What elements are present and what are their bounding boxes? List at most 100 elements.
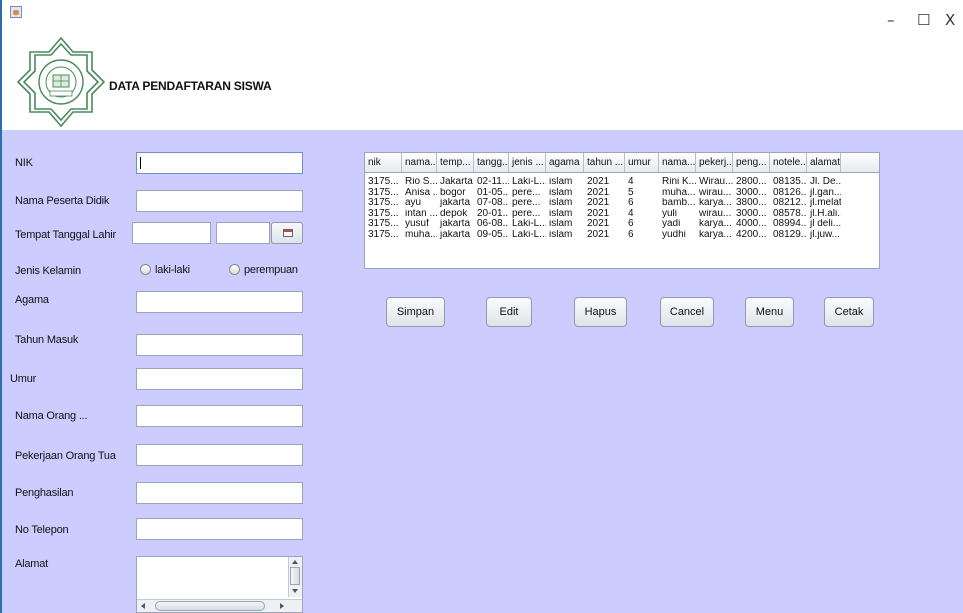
table-cell: jl.melati: [810, 198, 841, 208]
table-cell: karya...: [699, 229, 732, 240]
table-cell: Laki-L...: [512, 219, 546, 229]
table-cell: jl deli...: [810, 219, 841, 229]
table-row[interactable]: 3175... yusuf jakarta 06-08... Laki-L... isla…: [365, 219, 879, 229]
table-cell: islam: [549, 187, 573, 198]
table-column-header[interactable]: umur: [625, 153, 659, 172]
text-caret: [140, 157, 141, 169]
table-column-header[interactable]: peng...: [733, 153, 770, 172]
pekerjaan-orang-tua-input[interactable]: [136, 444, 303, 466]
table-row[interactable]: 3175... ayu jakarta 07-08... pere... islam 202…: [365, 198, 879, 208]
table-cell: yudhi: [662, 229, 686, 240]
simpan-button[interactable]: Simpan: [386, 297, 445, 327]
minimize-button[interactable]: –: [887, 12, 895, 28]
table-cell: 08994...: [773, 219, 807, 229]
scroll-thumb-horizontal[interactable]: [155, 601, 265, 611]
scroll-down-icon[interactable]: [292, 589, 298, 593]
edit-button[interactable]: Edit: [486, 297, 532, 327]
table-column-header[interactable]: notele...: [770, 153, 807, 172]
tempat-lahir-input[interactable]: [132, 222, 211, 244]
scroll-right-icon[interactable]: [280, 603, 284, 609]
table-column-header[interactable]: jenis ...: [509, 153, 546, 172]
radio-perempuan[interactable]: [229, 264, 240, 275]
table-cell: pere...: [512, 208, 541, 219]
table-column-header[interactable]: nama...: [659, 153, 696, 172]
tanggal-lahir-input[interactable]: [216, 222, 270, 244]
table-column-header[interactable]: nik: [365, 153, 402, 172]
nama-peserta-input[interactable]: [136, 190, 303, 212]
table-cell: muha...: [405, 229, 437, 240]
table-cell: Anisa ...: [405, 187, 437, 198]
table-cell: ayu: [405, 198, 422, 208]
alamat-horizontal-scrollbar[interactable]: [137, 599, 302, 612]
table-cell: jakarta: [440, 198, 471, 208]
alamat-vertical-scrollbar[interactable]: [288, 557, 302, 597]
nama-orang-tua-input[interactable]: [136, 405, 303, 427]
nik-input[interactable]: [136, 152, 303, 174]
scroll-up-icon[interactable]: [292, 560, 298, 564]
close-button[interactable]: X: [945, 12, 955, 28]
table-row[interactable]: 3175... Anisa ...bogor 01-05...pere... isla…: [365, 188, 879, 198]
table-cell: 4000...: [736, 219, 767, 229]
hapus-button[interactable]: Hapus: [574, 297, 627, 327]
table-cell: yuli: [662, 208, 678, 219]
date-picker-button[interactable]: [271, 222, 303, 244]
table-cell: 2800...: [736, 177, 767, 187]
table-cell: 3800...: [736, 198, 767, 208]
table-column-header[interactable]: temp...: [437, 153, 474, 172]
cetak-button[interactable]: Cetak: [824, 297, 874, 327]
label-nama-peserta: Nama Peserta Didik: [15, 195, 110, 207]
table-cell: jl.H.ali...: [810, 208, 841, 219]
penghasilan-input[interactable]: [136, 482, 303, 504]
scroll-thumb[interactable]: [290, 567, 300, 585]
calendar-icon: [283, 229, 293, 237]
table-cell: 08135...: [773, 177, 807, 187]
radio-laki-laki[interactable]: [140, 264, 151, 275]
table-column-header[interactable]: pekerj...: [696, 153, 733, 172]
table-cell: Jl. De...: [810, 177, 841, 187]
table-cell: wirau...: [699, 187, 732, 198]
table-cell: islam: [549, 208, 573, 219]
table-cell: yadi: [662, 219, 681, 229]
umur-input[interactable]: [136, 368, 303, 390]
alamat-textarea[interactable]: [136, 556, 303, 613]
table-cell: 01-05...: [477, 187, 509, 198]
table-column-header[interactable]: nama...: [402, 153, 437, 172]
table-row[interactable]: 3175... intan ... depok 20-01... pere... isla…: [365, 209, 879, 219]
no-telepon-input[interactable]: [136, 518, 303, 540]
table-cell: 08126...: [773, 187, 807, 198]
label-penghasilan: Penghasilan: [15, 487, 74, 499]
table-cell: 3175...: [368, 198, 399, 208]
school-logo-icon: [16, 36, 106, 128]
table-cell: karya...: [699, 198, 732, 208]
label-no-telepon: No Telepon: [15, 524, 69, 536]
table-cell: Rini K...: [662, 177, 696, 187]
table-cell: 3000...: [736, 208, 767, 219]
scroll-left-icon[interactable]: [141, 603, 145, 609]
table-cell: 3175...: [368, 208, 399, 219]
label-alamat: Alamat: [15, 558, 49, 570]
table-column-header[interactable]: tahun ...: [584, 153, 625, 172]
label-umur: Umur: [10, 373, 37, 385]
table-row[interactable]: 3175... Rio S... Jakarta 02-11... Laki-L... i…: [365, 177, 879, 187]
table-cell: karya...: [699, 219, 732, 229]
label-pekerjaan-orang-tua: Pekerjaan Orang Tua: [15, 450, 116, 462]
siswa-table[interactable]: nik nama... temp... tangg... jenis ... agama t…: [364, 152, 880, 269]
table-cell: 6: [628, 198, 634, 208]
table-cell: Laki-L...: [512, 177, 546, 187]
maximize-button[interactable]: ☐: [917, 12, 930, 28]
table-row[interactable]: 3175... muha... jakarta 09-05... Laki-L... is…: [365, 230, 879, 240]
table-cell: 06-08...: [477, 219, 509, 229]
table-cell: 4: [628, 177, 634, 187]
window-titlebar: – ☐ X DATA PENDAFTARAN SISWA: [0, 0, 963, 130]
table-cell: 4200...: [736, 229, 767, 240]
agama-input[interactable]: [136, 291, 303, 313]
table-column-header[interactable]: agama: [546, 153, 584, 172]
menu-button[interactable]: Menu: [745, 297, 794, 327]
tahun-masuk-input[interactable]: [136, 334, 303, 356]
table-cell: Jakarta: [440, 177, 473, 187]
table-column-header[interactable]: tangg...: [474, 153, 509, 172]
cancel-button[interactable]: Cancel: [660, 297, 714, 327]
table-column-header[interactable]: alamat: [807, 153, 841, 172]
table-cell: 08129...: [773, 229, 807, 240]
page-title: DATA PENDAFTARAN SISWA: [109, 79, 272, 93]
